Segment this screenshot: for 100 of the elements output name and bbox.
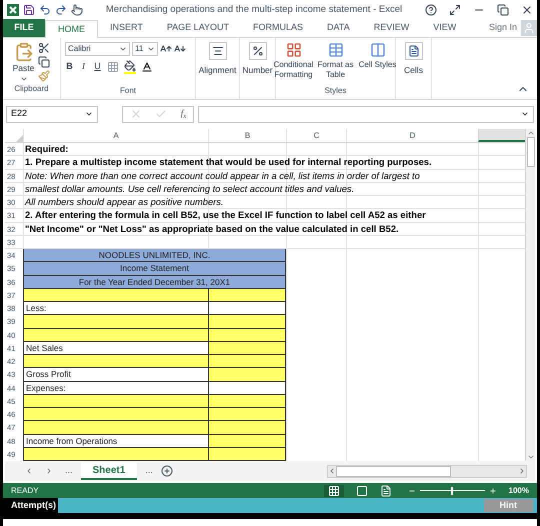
ribbon-tab[interactable]: INSERT <box>98 19 155 37</box>
column-header[interactable]: B <box>208 129 286 142</box>
normal-view-icon[interactable] <box>324 484 344 496</box>
alignment-button[interactable]: Alignment <box>196 38 240 99</box>
input-cell[interactable] <box>208 288 286 302</box>
grid-icon <box>286 42 302 58</box>
input-cell[interactable] <box>208 368 286 382</box>
table-cell: Income Statement <box>23 262 286 276</box>
input-cell[interactable] <box>208 394 286 408</box>
zoom-in-icon[interactable] <box>488 486 497 494</box>
input-cell[interactable] <box>208 434 286 448</box>
previous-sheet-icon[interactable] <box>25 467 33 475</box>
paste-button[interactable]: Paste <box>12 42 34 83</box>
input-cell[interactable] <box>208 355 286 368</box>
input-cell[interactable] <box>23 288 208 302</box>
ribbon-tab[interactable]: FORMULAS <box>241 19 316 37</box>
scrollbar-thumb[interactable] <box>336 466 451 476</box>
input-cell[interactable] <box>23 448 208 461</box>
clipboard-icon <box>14 42 34 62</box>
table-cell: Less: <box>23 302 208 316</box>
more-sheets-button[interactable]: ... <box>65 464 73 478</box>
horizontal-scrollbar[interactable] <box>327 464 527 478</box>
cut-icon[interactable] <box>38 42 50 54</box>
table-icon <box>328 42 344 58</box>
format-button[interactable]: B <box>65 60 74 74</box>
input-cell[interactable] <box>23 408 208 422</box>
sheet-tab[interactable]: Sheet1 <box>80 462 138 480</box>
caret-icon <box>147 45 155 53</box>
name-box[interactable]: E22 <box>6 106 98 122</box>
ribbon-tab[interactable]: HOME <box>45 20 98 38</box>
input-cell[interactable] <box>23 328 208 342</box>
input-cell[interactable] <box>208 448 286 461</box>
help-icon[interactable] <box>425 4 437 16</box>
input-cell[interactable] <box>208 382 286 395</box>
input-cell[interactable] <box>23 355 208 368</box>
scroll-right-icon[interactable] <box>518 467 526 475</box>
input-cell[interactable] <box>208 328 286 342</box>
format-button[interactable]: I <box>79 60 88 74</box>
input-cell[interactable] <box>208 315 286 328</box>
font-color-icon[interactable] <box>141 61 153 73</box>
table-cell: NOODLES UNLIMITED, INC. <box>23 249 286 262</box>
font-name-field[interactable]: Calibri <box>65 42 130 56</box>
column-header[interactable]: A <box>23 129 208 142</box>
sign-in-link[interactable]: Sign In <box>488 20 517 34</box>
caret-icon <box>119 45 127 53</box>
document-icon <box>404 42 422 60</box>
zoom-slider[interactable] <box>420 486 485 494</box>
redo-icon[interactable] <box>55 4 67 16</box>
font-size-field[interactable]: 11 <box>132 42 158 56</box>
input-cell[interactable] <box>23 394 208 408</box>
caret-icon <box>85 110 93 118</box>
scroll-up-icon[interactable] <box>526 129 534 137</box>
borders-icon[interactable] <box>107 61 119 73</box>
touch-mode-icon[interactable] <box>71 4 83 16</box>
ribbon-tab[interactable]: PAGE LAYOUT <box>154 19 242 37</box>
ribbon-tab[interactable]: DATA <box>315 19 362 37</box>
styles-button[interactable]: Conditional Formatting <box>274 42 312 80</box>
column-header[interactable] <box>478 129 525 142</box>
input-cell[interactable] <box>208 408 286 422</box>
insert-function-button[interactable]: f$_{x}$ <box>180 107 186 121</box>
cell-text: "Net Income" or "Net Loss" as appropriate based on the value calculated in cell B52. <box>24 222 399 235</box>
input-cell[interactable] <box>208 342 286 355</box>
scrollbar-thumb[interactable] <box>526 137 534 167</box>
input-cell[interactable] <box>208 302 286 316</box>
close-icon[interactable] <box>521 4 533 16</box>
scroll-down-icon[interactable] <box>526 453 534 461</box>
column-header[interactable]: C <box>286 129 346 142</box>
ribbon-tab[interactable]: VIEW <box>421 19 468 37</box>
cell-text: All numbers should appear as positive numbers. <box>24 196 224 208</box>
formula-input[interactable] <box>198 106 534 122</box>
styles-button[interactable]: Cell Styles <box>358 42 396 80</box>
window-title: Merchandising operations and the multi-step income statement - Excel <box>104 2 404 17</box>
styles-button[interactable]: Format as Table <box>316 42 354 80</box>
file-tab[interactable]: FILE <box>3 19 45 37</box>
page-layout-icon[interactable] <box>356 484 368 496</box>
ribbon-tab[interactable]: REVIEW <box>362 19 422 37</box>
group-label: Styles <box>324 86 346 95</box>
cells-button[interactable]: Cells <box>396 38 432 99</box>
cell-text: Note: When more than one correct account could appear in a cell, list items in order of largest to <box>24 170 420 182</box>
next-sheet-icon[interactable] <box>45 467 53 475</box>
scroll-left-icon[interactable] <box>328 467 336 475</box>
restore-icon[interactable] <box>497 4 509 16</box>
new-sheet-icon[interactable] <box>160 465 173 477</box>
more-sheets-button[interactable]: ... <box>145 464 153 478</box>
input-cell[interactable] <box>23 421 208 434</box>
format-button[interactable]: U <box>93 60 102 74</box>
input-cell[interactable] <box>23 315 208 328</box>
input-cell[interactable] <box>208 421 286 434</box>
page-break-icon[interactable] <box>380 484 392 496</box>
table-cell: For the Year Ended December 31, 20X1 <box>23 276 286 289</box>
zoom-level[interactable]: 100% <box>508 484 529 496</box>
vertical-scrollbar[interactable] <box>525 129 535 461</box>
fill-color-icon[interactable] <box>124 60 136 74</box>
caret-icon <box>521 110 529 118</box>
save-icon[interactable] <box>23 4 35 16</box>
undo-icon[interactable] <box>39 4 51 16</box>
align-center-icon <box>208 42 226 60</box>
table-cell: Expenses: <box>23 382 208 395</box>
ribbon-display-icon[interactable] <box>449 4 461 16</box>
copy-icon[interactable] <box>38 56 50 68</box>
